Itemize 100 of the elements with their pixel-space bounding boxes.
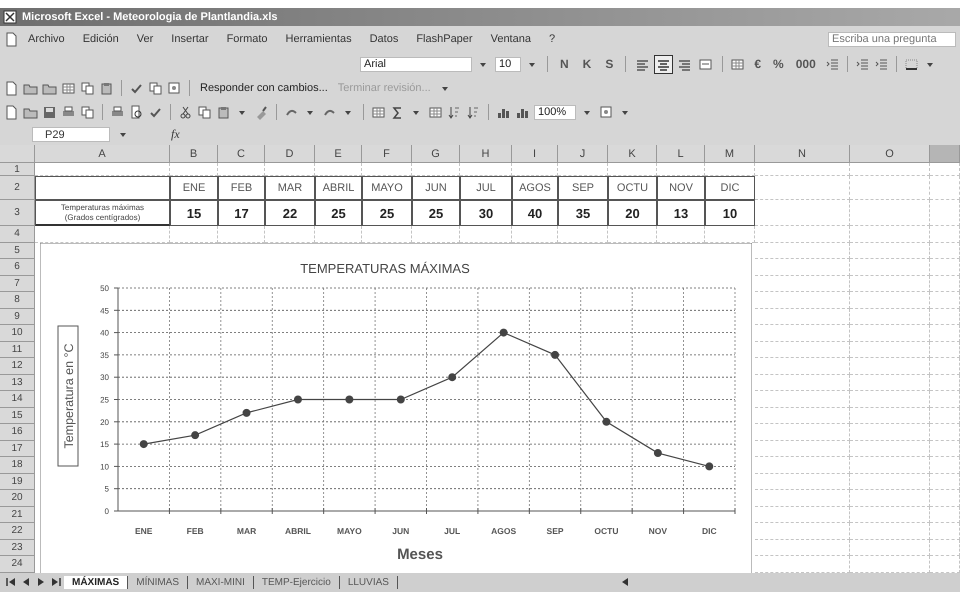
grid-cell[interactable]	[850, 424, 930, 440]
row-header[interactable]: 23	[0, 540, 35, 556]
grid-cell[interactable]	[755, 276, 850, 292]
grid-cell[interactable]	[755, 424, 850, 440]
grid-cell[interactable]	[755, 540, 850, 556]
grid-cell[interactable]	[850, 374, 930, 391]
grid-cell[interactable]	[755, 408, 850, 424]
grid-cell[interactable]	[850, 506, 930, 523]
grid-cell[interactable]	[755, 292, 850, 308]
grid-cell[interactable]	[755, 163, 850, 176]
save-icon[interactable]	[42, 104, 57, 120]
borders-icon[interactable]	[904, 56, 919, 72]
sheet-icon[interactable]	[61, 80, 76, 96]
grid-cell[interactable]	[850, 408, 930, 424]
grid-cell[interactable]	[850, 474, 930, 490]
grid-cell[interactable]	[755, 457, 850, 474]
row-header[interactable]: 17	[0, 440, 35, 457]
menu-item[interactable]: Herramientas	[276, 31, 361, 47]
grid-cell[interactable]	[850, 540, 930, 556]
grid-cell[interactable]	[930, 163, 960, 176]
grid-cell[interactable]	[170, 163, 218, 176]
grid-cell[interactable]	[705, 163, 755, 176]
row-header[interactable]: 16	[0, 424, 35, 440]
grid-cell[interactable]	[460, 163, 512, 176]
grid-cell[interactable]	[755, 342, 850, 358]
column-header[interactable]: F	[362, 145, 412, 163]
row-header[interactable]: 14	[0, 391, 35, 408]
grid-cell[interactable]	[850, 490, 930, 506]
column-header[interactable]: G	[412, 145, 460, 163]
row-header[interactable]: 8	[0, 292, 35, 308]
grid-cell[interactable]	[930, 490, 960, 506]
app-icon[interactable]	[3, 10, 18, 24]
grid-cell[interactable]	[930, 523, 960, 540]
column-header[interactable]: C	[218, 145, 265, 163]
indent-icon[interactable]	[874, 56, 889, 72]
grid-cell[interactable]	[755, 308, 850, 325]
grid-cell[interactable]	[755, 523, 850, 540]
style-button[interactable]: N	[555, 56, 574, 72]
grid-cell[interactable]	[850, 259, 930, 276]
sheet-tab[interactable]: MÁXIMAS	[64, 576, 128, 589]
row-header[interactable]: 18	[0, 457, 35, 474]
grid-cell[interactable]	[850, 391, 930, 408]
grid-cell[interactable]	[930, 457, 960, 474]
menu-item[interactable]: Archivo	[19, 31, 74, 47]
grid-cell[interactable]	[657, 163, 705, 176]
document-icon[interactable]	[4, 32, 19, 46]
grid-cell[interactable]	[850, 292, 930, 308]
grid-cell[interactable]	[930, 474, 960, 490]
menu-item[interactable]: ?	[540, 31, 564, 47]
column-header[interactable]: O	[850, 145, 930, 163]
number-format-button[interactable]: €	[749, 56, 766, 72]
grid-cell[interactable]	[755, 506, 850, 523]
row-header[interactable]: 13	[0, 374, 35, 391]
grid-cell[interactable]	[850, 457, 930, 474]
paste-icon[interactable]	[216, 104, 231, 120]
grid-cell[interactable]	[265, 163, 315, 176]
row-header[interactable]: 4	[0, 226, 35, 242]
style-button[interactable]: K	[578, 56, 596, 72]
grid-cell[interactable]	[755, 200, 850, 226]
copy-icon[interactable]	[80, 80, 95, 96]
print-preview-icon[interactable]	[129, 104, 144, 120]
row-header[interactable]: 10	[0, 325, 35, 342]
column-header[interactable]: I	[512, 145, 558, 163]
row-header[interactable]: 19	[0, 474, 35, 490]
grid-cell[interactable]	[930, 424, 960, 440]
style-button[interactable]: S	[600, 56, 618, 72]
row-header[interactable]: 11	[0, 342, 35, 358]
grid-cell[interactable]	[930, 358, 960, 374]
grid-cell[interactable]	[930, 374, 960, 391]
row-header[interactable]: 12	[0, 358, 35, 374]
row-header[interactable]: 15	[0, 408, 35, 424]
column-header[interactable]: M	[705, 145, 755, 163]
row-header[interactable]: 20	[0, 490, 35, 506]
grid-cell[interactable]	[512, 163, 558, 176]
grid-cell[interactable]	[755, 259, 850, 276]
sort-descending-icon[interactable]	[466, 104, 481, 120]
grid-cell[interactable]	[930, 325, 960, 342]
new-icon[interactable]	[4, 104, 19, 120]
grid-cell[interactable]	[755, 176, 850, 200]
grid-cell[interactable]	[930, 408, 960, 424]
grid-cell[interactable]	[850, 163, 930, 176]
grid-cell[interactable]	[362, 163, 412, 176]
grid-cell[interactable]	[850, 308, 930, 325]
grid-cell[interactable]	[930, 440, 960, 457]
column-header[interactable]: N	[755, 145, 850, 163]
row-header[interactable]: 9	[0, 308, 35, 325]
menu-item[interactable]: Ventana	[482, 31, 540, 47]
row-header[interactable]: 3	[0, 200, 35, 226]
grid-cell[interactable]	[35, 176, 170, 200]
menu-item[interactable]: Formato	[218, 31, 277, 47]
grid-cell[interactable]	[850, 200, 930, 226]
sheet-tab[interactable]: TEMP-Ejercicio	[254, 576, 340, 589]
column-header[interactable]: H	[460, 145, 512, 163]
grid-cell[interactable]	[755, 440, 850, 457]
grid-cell[interactable]	[850, 523, 930, 540]
menu-item[interactable]: Edición	[74, 31, 128, 47]
menu-item[interactable]: Ver	[128, 31, 162, 47]
font-size-field[interactable]: 10	[495, 56, 521, 72]
grid-cell[interactable]	[930, 226, 960, 242]
grid-cell[interactable]	[755, 374, 850, 391]
